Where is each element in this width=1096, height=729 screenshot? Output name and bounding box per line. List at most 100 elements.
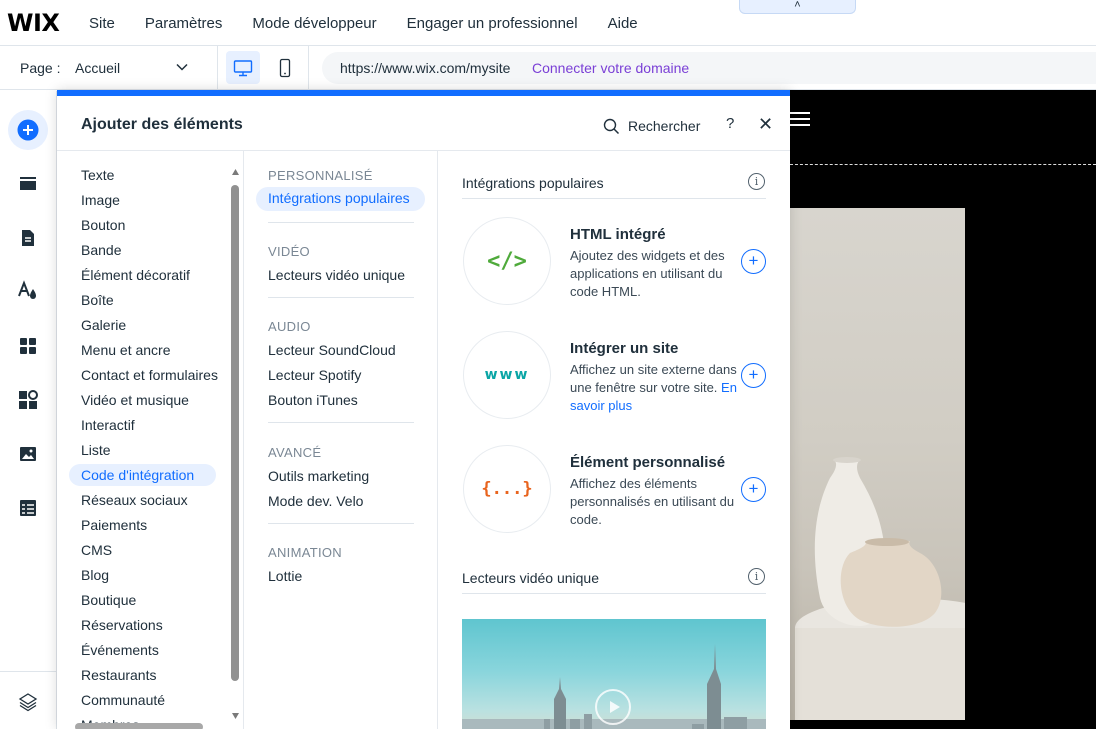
category-item[interactable]: Image — [69, 189, 227, 211]
apps-button[interactable] — [8, 326, 48, 366]
divider — [217, 46, 218, 90]
category-item[interactable]: Boîte — [69, 289, 227, 311]
menu-site[interactable]: Site — [74, 15, 130, 32]
category-item[interactable]: Interactif — [69, 414, 227, 436]
layers-icon — [18, 693, 38, 712]
card-description: Ajoutez des widgets et des applications … — [570, 248, 725, 299]
vases-illustration — [795, 457, 965, 720]
collapse-toolbar-button[interactable]: ˄ — [739, 0, 856, 14]
menu-mode-developpeur[interactable]: Mode développeur — [237, 15, 391, 32]
desktop-view-button[interactable] — [226, 51, 260, 84]
add-section-button[interactable] — [8, 164, 48, 204]
category-item[interactable]: Contact et formulaires — [69, 364, 227, 386]
page-label: Page : — [20, 60, 61, 76]
connect-domain-link[interactable]: Connecter votre domaine — [532, 60, 689, 76]
search-icon — [603, 118, 620, 134]
elements-content: Intégrations populaires i </> HTML intég… — [438, 151, 790, 729]
add-elements-panel: Ajouter des éléments Rechercher ? ✕ Text… — [57, 90, 790, 729]
subcategory-item[interactable]: Lecteurs vidéo unique — [268, 267, 405, 283]
category-item[interactable]: Réseaux sociaux — [69, 489, 227, 511]
add-custom-element-button[interactable]: + — [741, 477, 766, 502]
vertical-scrollbar-thumb[interactable] — [231, 185, 239, 681]
site-canvas[interactable] — [790, 90, 1096, 729]
subcategory-item[interactable]: Lecteur SoundCloud — [268, 342, 396, 358]
plus-circle-icon — [17, 119, 39, 141]
category-item[interactable]: Blog — [69, 564, 227, 586]
page-icon — [22, 230, 34, 246]
embed-site-thumbnail[interactable]: www — [463, 331, 551, 419]
theme-icon — [18, 280, 36, 299]
card-title: Intégrer un site — [570, 340, 679, 357]
layers-button[interactable] — [8, 682, 48, 722]
divider — [268, 422, 414, 423]
category-item[interactable]: CMS — [69, 539, 227, 561]
www-icon: www — [484, 367, 530, 383]
category-item-active[interactable]: Code d'intégration — [69, 464, 216, 486]
category-item[interactable]: Bande — [69, 239, 227, 261]
html-embed-thumbnail[interactable]: </> — [463, 217, 551, 305]
category-item[interactable]: Communauté — [69, 689, 227, 711]
video-player-thumbnail[interactable] — [462, 619, 766, 729]
subcategory-item-active[interactable]: Intégrations populaires — [256, 187, 425, 211]
cms-button[interactable] — [8, 488, 48, 528]
menu-parametres[interactable]: Paramètres — [130, 15, 238, 32]
menu-engager-professionnel[interactable]: Engager un professionnel — [392, 15, 593, 32]
apps-grid-icon — [20, 338, 36, 354]
wix-logo[interactable]: WIX — [7, 9, 60, 37]
section-title-integrations: Intégrations populaires — [462, 175, 604, 191]
subcategory-item[interactable]: Bouton iTunes — [268, 392, 358, 408]
play-triangle-icon — [610, 701, 620, 713]
chevron-up-icon: ˄ — [794, 0, 801, 11]
subcategory-item[interactable]: Outils marketing — [268, 468, 369, 484]
pages-button[interactable] — [8, 218, 48, 258]
mobile-view-button[interactable] — [268, 51, 300, 84]
card-description: Affichez des éléments personnalisés en u… — [570, 476, 735, 527]
menu-aide[interactable]: Aide — [593, 15, 653, 32]
vases-photo[interactable] — [790, 208, 965, 720]
subcategory-item[interactable]: Lottie — [268, 568, 302, 584]
section-title-video: Lecteurs vidéo unique — [462, 570, 599, 586]
hamburger-menu-icon[interactable] — [790, 112, 810, 130]
play-icon[interactable] — [595, 689, 631, 725]
subsection-title: VIDÉO — [268, 244, 310, 259]
card-title: Élément personnalisé — [570, 454, 726, 471]
design-button[interactable] — [8, 271, 48, 311]
divider — [308, 46, 309, 90]
subsection-title: PERSONNALISÉ — [268, 168, 373, 183]
custom-element-thumbnail[interactable]: {...} — [463, 445, 551, 533]
category-item[interactable]: Réservations — [69, 614, 227, 636]
category-list: Texte Image Bouton Bande Élément décorat… — [57, 151, 244, 729]
category-item[interactable]: Bouton — [69, 214, 227, 236]
category-item[interactable]: Vidéo et musique — [69, 389, 227, 411]
subcategory-item[interactable]: Lecteur Spotify — [268, 367, 361, 383]
category-item[interactable]: Menu et ancre — [69, 339, 227, 361]
chevron-down-icon[interactable] — [174, 59, 190, 75]
add-embed-site-button[interactable]: + — [741, 363, 766, 388]
site-url-bar: https://www.wix.com/mysite Connecter vot… — [322, 52, 1096, 84]
page-selector-value[interactable]: Accueil — [75, 60, 120, 76]
category-item[interactable]: Élément décoratif — [69, 264, 227, 286]
category-item[interactable]: Galerie — [69, 314, 227, 336]
subsection-title: AUDIO — [268, 319, 311, 334]
horizontal-scrollbar-thumb[interactable] — [75, 723, 203, 729]
braces-icon: {...} — [481, 479, 533, 499]
mobile-icon — [279, 58, 291, 78]
add-html-embed-button[interactable]: + — [741, 249, 766, 274]
close-icon[interactable]: ✕ — [758, 114, 773, 135]
info-icon[interactable]: i — [748, 173, 765, 190]
category-item[interactable]: Liste — [69, 439, 227, 461]
panel-search-button[interactable]: Rechercher — [603, 116, 700, 136]
subcategory-item[interactable]: Mode dev. Velo — [268, 493, 363, 509]
business-apps-button[interactable] — [8, 380, 48, 420]
divider — [268, 222, 414, 223]
category-item[interactable]: Paiements — [69, 514, 227, 536]
media-button[interactable] — [8, 434, 48, 474]
help-icon[interactable]: ? — [726, 115, 734, 132]
category-item[interactable]: Boutique — [69, 589, 227, 611]
category-item[interactable]: Texte — [69, 164, 227, 186]
category-item[interactable]: Événements — [69, 639, 227, 661]
category-item[interactable]: Restaurants — [69, 664, 227, 686]
info-icon[interactable]: i — [748, 568, 765, 585]
add-elements-button[interactable] — [8, 110, 48, 150]
divider — [462, 198, 766, 199]
